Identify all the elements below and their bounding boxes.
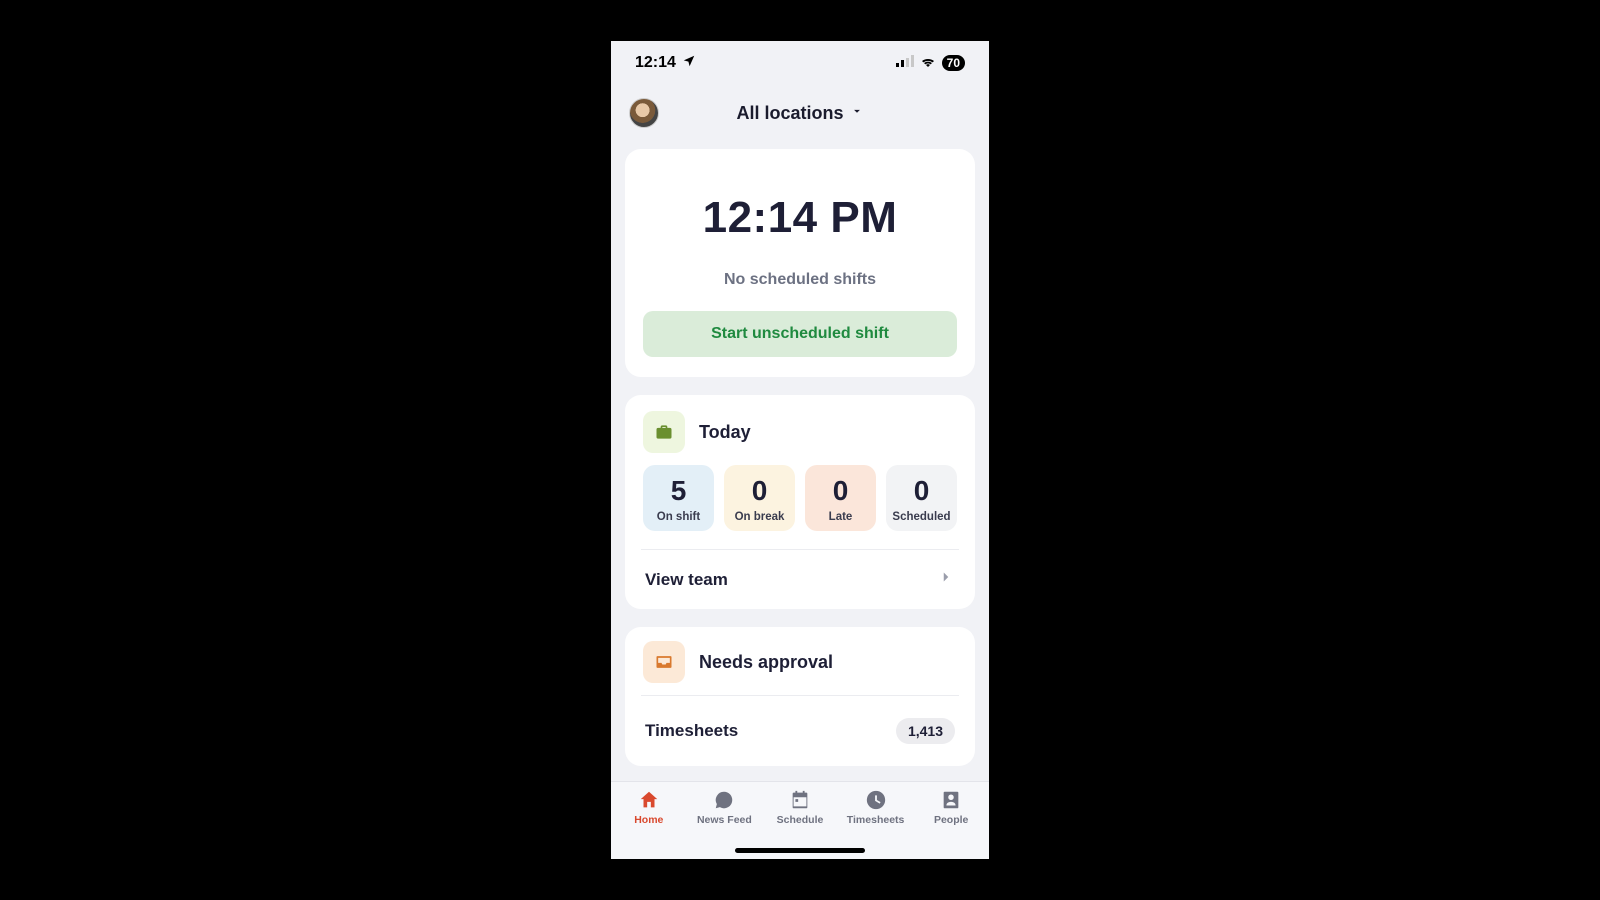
wifi-icon: [920, 54, 936, 72]
tab-label: News Feed: [697, 814, 752, 826]
approval-header: Needs approval: [643, 641, 957, 683]
person-icon: [939, 788, 963, 812]
tab-label: Home: [634, 814, 663, 826]
home-indicator[interactable]: [735, 848, 865, 853]
stat-scheduled[interactable]: 0 Scheduled: [886, 465, 957, 531]
tab-label: Timesheets: [847, 814, 905, 826]
approval-card: Needs approval Timesheets 1,413: [625, 627, 975, 766]
timesheets-count-badge: 1,413: [896, 718, 955, 744]
today-card: Today 5 On shift 0 On break 0 Late 0 Sch…: [625, 395, 975, 609]
today-title: Today: [699, 422, 751, 443]
home-icon: [637, 788, 661, 812]
main-scroll[interactable]: 12:14 PM No scheduled shifts Start unsch…: [611, 141, 989, 781]
location-selector[interactable]: All locations: [611, 103, 989, 124]
briefcase-icon: [643, 411, 685, 453]
chevron-down-icon: [850, 104, 864, 123]
start-shift-button[interactable]: Start unscheduled shift: [643, 311, 957, 357]
view-team-label: View team: [645, 570, 728, 590]
tab-people[interactable]: People: [913, 788, 989, 826]
stat-value: 0: [890, 475, 953, 507]
current-time: 12:14 PM: [643, 193, 957, 243]
stat-value: 0: [809, 475, 872, 507]
stat-late[interactable]: 0 Late: [805, 465, 876, 531]
stat-value: 0: [728, 475, 791, 507]
clock-icon: [864, 788, 888, 812]
tab-news-feed[interactable]: News Feed: [687, 788, 763, 826]
status-time: 12:14: [635, 54, 676, 72]
stat-on-shift[interactable]: 5 On shift: [643, 465, 714, 531]
stat-label: On shift: [647, 511, 710, 523]
chevron-right-icon: [937, 568, 955, 591]
phone-frame: 12:14 70 All locations: [611, 41, 989, 859]
tab-label: Schedule: [777, 814, 824, 826]
tab-label: People: [934, 814, 968, 826]
today-stats: 5 On shift 0 On break 0 Late 0 Scheduled: [643, 465, 957, 531]
tab-timesheets[interactable]: Timesheets: [838, 788, 914, 826]
stat-value: 5: [647, 475, 710, 507]
location-arrow-icon: [682, 54, 696, 73]
approval-title: Needs approval: [699, 652, 833, 673]
view-team-row[interactable]: View team: [643, 550, 957, 595]
tab-schedule[interactable]: Schedule: [762, 788, 838, 826]
timesheets-label: Timesheets: [645, 721, 738, 741]
stat-label: Late: [809, 511, 872, 523]
stat-on-break[interactable]: 0 On break: [724, 465, 795, 531]
timesheets-row[interactable]: Timesheets 1,413: [643, 696, 957, 766]
cellular-icon: [896, 54, 914, 72]
status-right: 70: [896, 54, 965, 72]
status-left: 12:14: [635, 54, 696, 73]
shift-status: No scheduled shifts: [643, 271, 957, 289]
location-title: All locations: [736, 103, 843, 124]
battery-icon: 70: [942, 55, 965, 71]
clock-card: 12:14 PM No scheduled shifts Start unsch…: [625, 149, 975, 377]
today-header: Today: [643, 411, 957, 453]
app-header: All locations: [611, 85, 989, 141]
tab-home[interactable]: Home: [611, 788, 687, 826]
tab-bar: Home News Feed Schedule Timesheets Peopl…: [611, 781, 989, 859]
calendar-icon: [788, 788, 812, 812]
chat-icon: [712, 788, 736, 812]
stat-label: On break: [728, 511, 791, 523]
status-bar: 12:14 70: [611, 41, 989, 85]
inbox-icon: [643, 641, 685, 683]
stat-label: Scheduled: [890, 511, 953, 523]
